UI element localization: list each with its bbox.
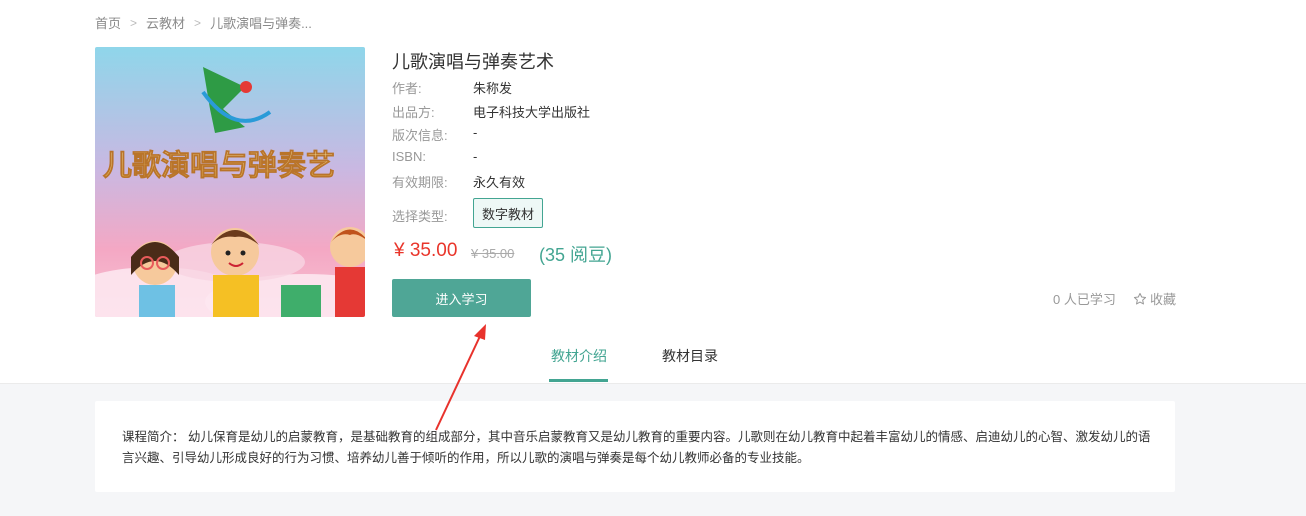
breadcrumb-home-link[interactable]: 首页 [95,13,121,32]
learner-count: 0 人已学习 [1053,292,1116,307]
tab-textbook-contents[interactable]: 教材目录 [662,346,718,366]
book-cover-image: 儿歌演唱与弹奏艺 [95,47,365,317]
info-value: 永久有效 [473,175,526,190]
tab-textbook-intro[interactable]: 教材介绍 [551,346,607,366]
info-label: 版次信息: [392,128,448,143]
type-option-digital-textbook[interactable]: 数字教材 [473,198,543,228]
cover-title-text: 儿歌演唱与弹奏艺 [103,148,335,182]
info-label: 作者: [392,81,422,96]
book-title: 儿歌演唱与弹奏艺术 [392,52,554,72]
intro-card: 课程简介： 幼儿保育是幼儿的启蒙教育，是基础教育的组成部分，其中音乐启蒙教育又是… [95,401,1175,492]
breadcrumb-cloud-textbook-link[interactable]: 云教材 [146,13,185,32]
info-label: 有效期限: [392,175,448,190]
info-value: 朱称发 [473,81,513,96]
favorite-label: 收藏 [1150,292,1177,307]
info-label: ISBN: [392,149,426,164]
info-value: 电子科技大学出版社 [473,105,591,120]
breadcrumb-current: 儿歌演唱与弹奏... [210,16,312,31]
info-value: - [473,125,478,140]
breadcrumb: 首页 > 云教材 > 儿歌演唱与弹奏... [95,13,312,32]
chevron-right-icon: > [194,15,202,30]
info-row-edition: 版次信息: - [392,125,477,144]
active-tab-indicator [549,379,608,382]
current-price: ¥ 35.00 [394,240,458,261]
bean-price: (35 阅豆) [539,245,613,265]
favorite-button[interactable]: 收藏 [1133,289,1176,308]
info-row-author: 作者: 朱称发 [392,78,512,97]
info-value: - [473,149,478,164]
info-row-isbn: ISBN: - [392,149,477,164]
info-label: 出品方: [392,105,435,120]
type-select-label: 选择类型: [392,209,448,224]
course-intro-text: 课程简介： 幼儿保育是幼儿的启蒙教育，是基础教育的组成部分，其中音乐启蒙教育又是… [122,430,1151,465]
original-price: ¥ 35.00 [471,246,515,261]
info-row-publisher: 出品方: 电子科技大学出版社 [392,102,590,121]
star-outline-icon [1133,292,1147,304]
enter-study-button[interactable]: 进入学习 [392,279,531,317]
info-row-validity: 有效期限: 永久有效 [392,172,525,191]
chevron-right-icon: > [130,15,138,30]
